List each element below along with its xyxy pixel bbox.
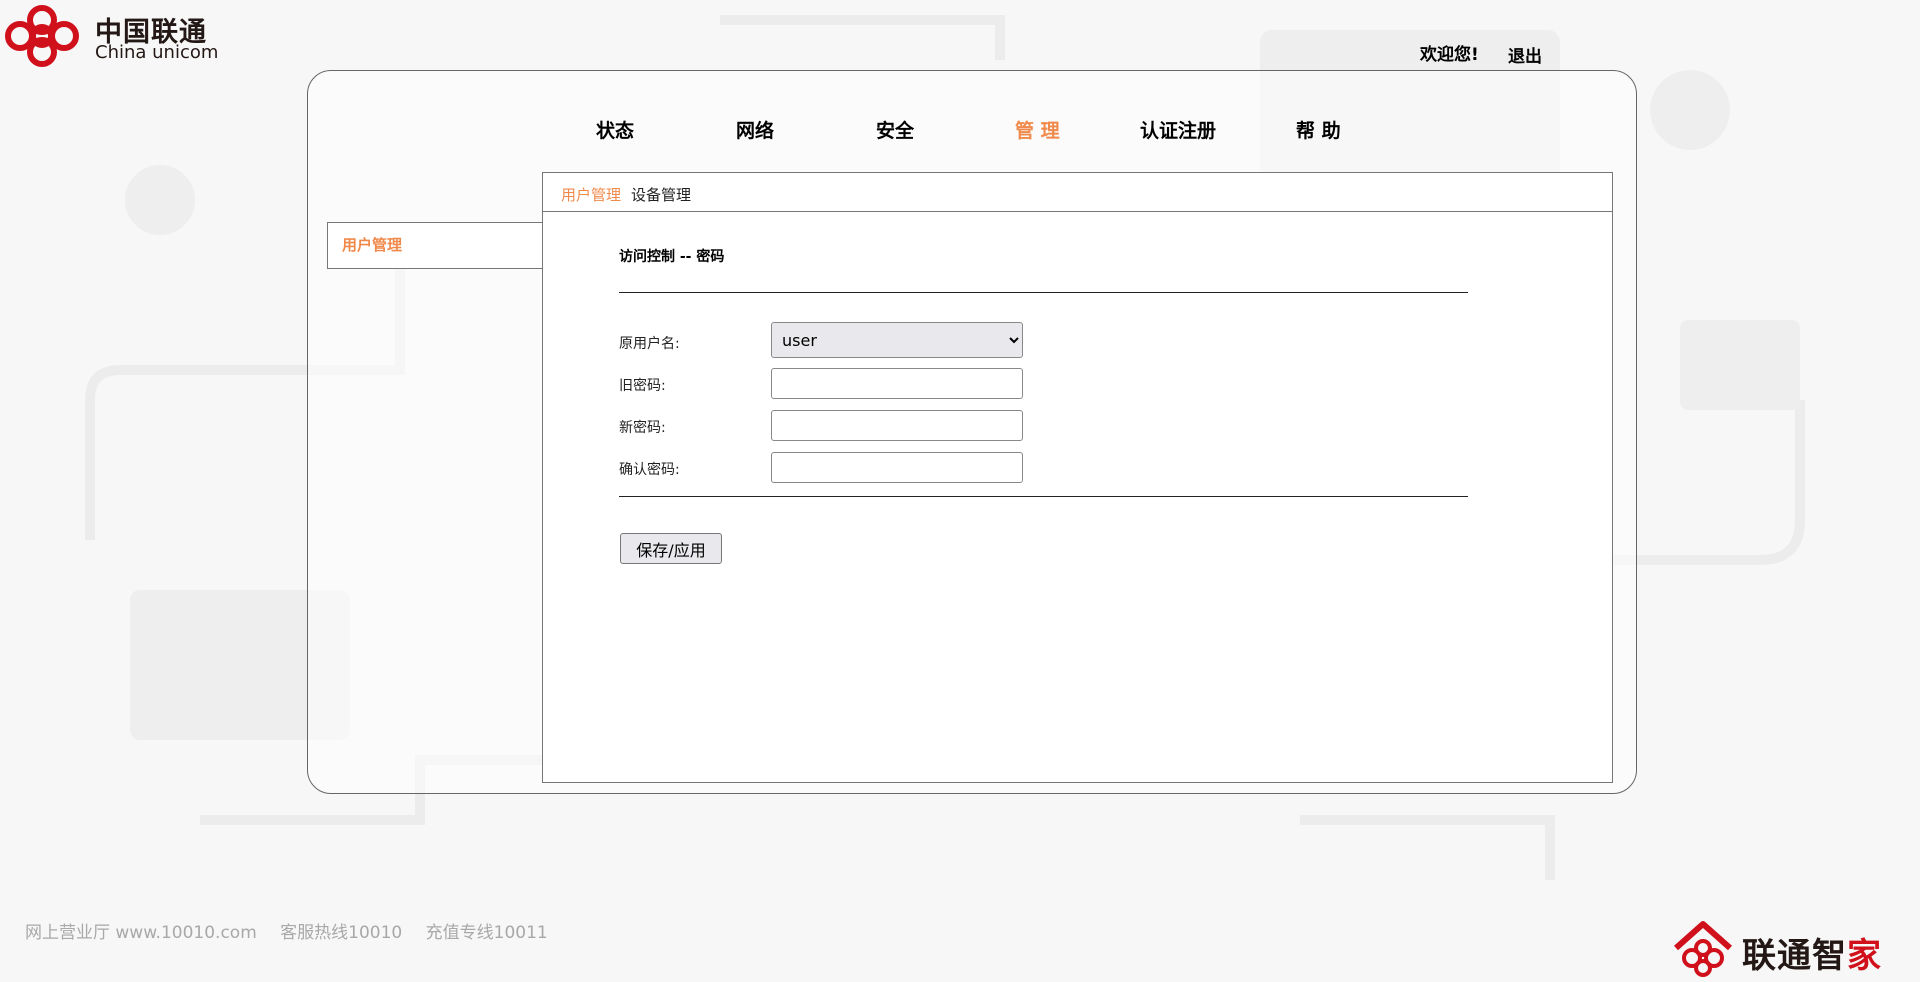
old-password-input[interactable] bbox=[771, 368, 1023, 399]
logo-english-text: China unicom bbox=[95, 42, 219, 63]
old-password-label: 旧密码: bbox=[619, 378, 666, 394]
footer-website: 网上营业厅 www.10010.com bbox=[25, 923, 257, 943]
house-knot-icon bbox=[1674, 921, 1732, 977]
nav-security[interactable]: 安全 bbox=[876, 116, 914, 143]
brand-text: 联通智家 bbox=[1742, 928, 1882, 977]
brand-text-main: 联通智 bbox=[1742, 936, 1847, 976]
nav-network[interactable]: 网络 bbox=[736, 116, 774, 143]
new-password-input[interactable] bbox=[771, 410, 1023, 441]
unicom-smart-home-logo: 联通智家 bbox=[1670, 918, 1910, 978]
subnav-bar: 用户管理 设备管理 bbox=[542, 172, 1613, 212]
save-apply-button[interactable]: 保存/应用 bbox=[620, 533, 722, 564]
username-select[interactable]: user bbox=[771, 322, 1023, 358]
china-unicom-logo: 中国联通 China unicom bbox=[0, 2, 230, 68]
username-label: 原用户名: bbox=[619, 336, 680, 352]
subnav-user-management[interactable]: 用户管理 bbox=[561, 184, 621, 205]
subnav-device-management[interactable]: 设备管理 bbox=[631, 184, 691, 205]
footer-hotline: 客服热线10010 bbox=[280, 923, 403, 943]
footer: 网上营业厅 www.10010.com 客服热线10010 充值专线10011 bbox=[25, 918, 566, 943]
nav-auth-register[interactable]: 认证注册 bbox=[1140, 116, 1216, 143]
brand-text-accent: 家 bbox=[1847, 936, 1882, 976]
confirm-password-input[interactable] bbox=[771, 452, 1023, 483]
new-password-label: 新密码: bbox=[619, 420, 666, 436]
welcome-text: 欢迎您! bbox=[1420, 45, 1479, 65]
section-title: 访问控制 -- 密码 bbox=[619, 249, 725, 265]
divider-top bbox=[619, 292, 1468, 293]
content-panel: 访问控制 -- 密码 原用户名: user 旧密码: 新密码: 确认密码: 保存… bbox=[542, 212, 1613, 783]
sidebar-item-user-management[interactable]: 用户管理 bbox=[327, 222, 544, 269]
logout-link[interactable]: 退出 bbox=[1508, 42, 1542, 67]
confirm-password-label: 确认密码: bbox=[619, 462, 680, 478]
footer-recharge: 充值专线10011 bbox=[425, 923, 548, 943]
nav-help[interactable]: 帮 助 bbox=[1296, 116, 1341, 143]
nav-status[interactable]: 状态 bbox=[596, 116, 634, 143]
divider-bottom bbox=[619, 496, 1468, 497]
nav-management[interactable]: 管 理 bbox=[1015, 116, 1060, 143]
unicom-knot-icon bbox=[5, 5, 79, 67]
